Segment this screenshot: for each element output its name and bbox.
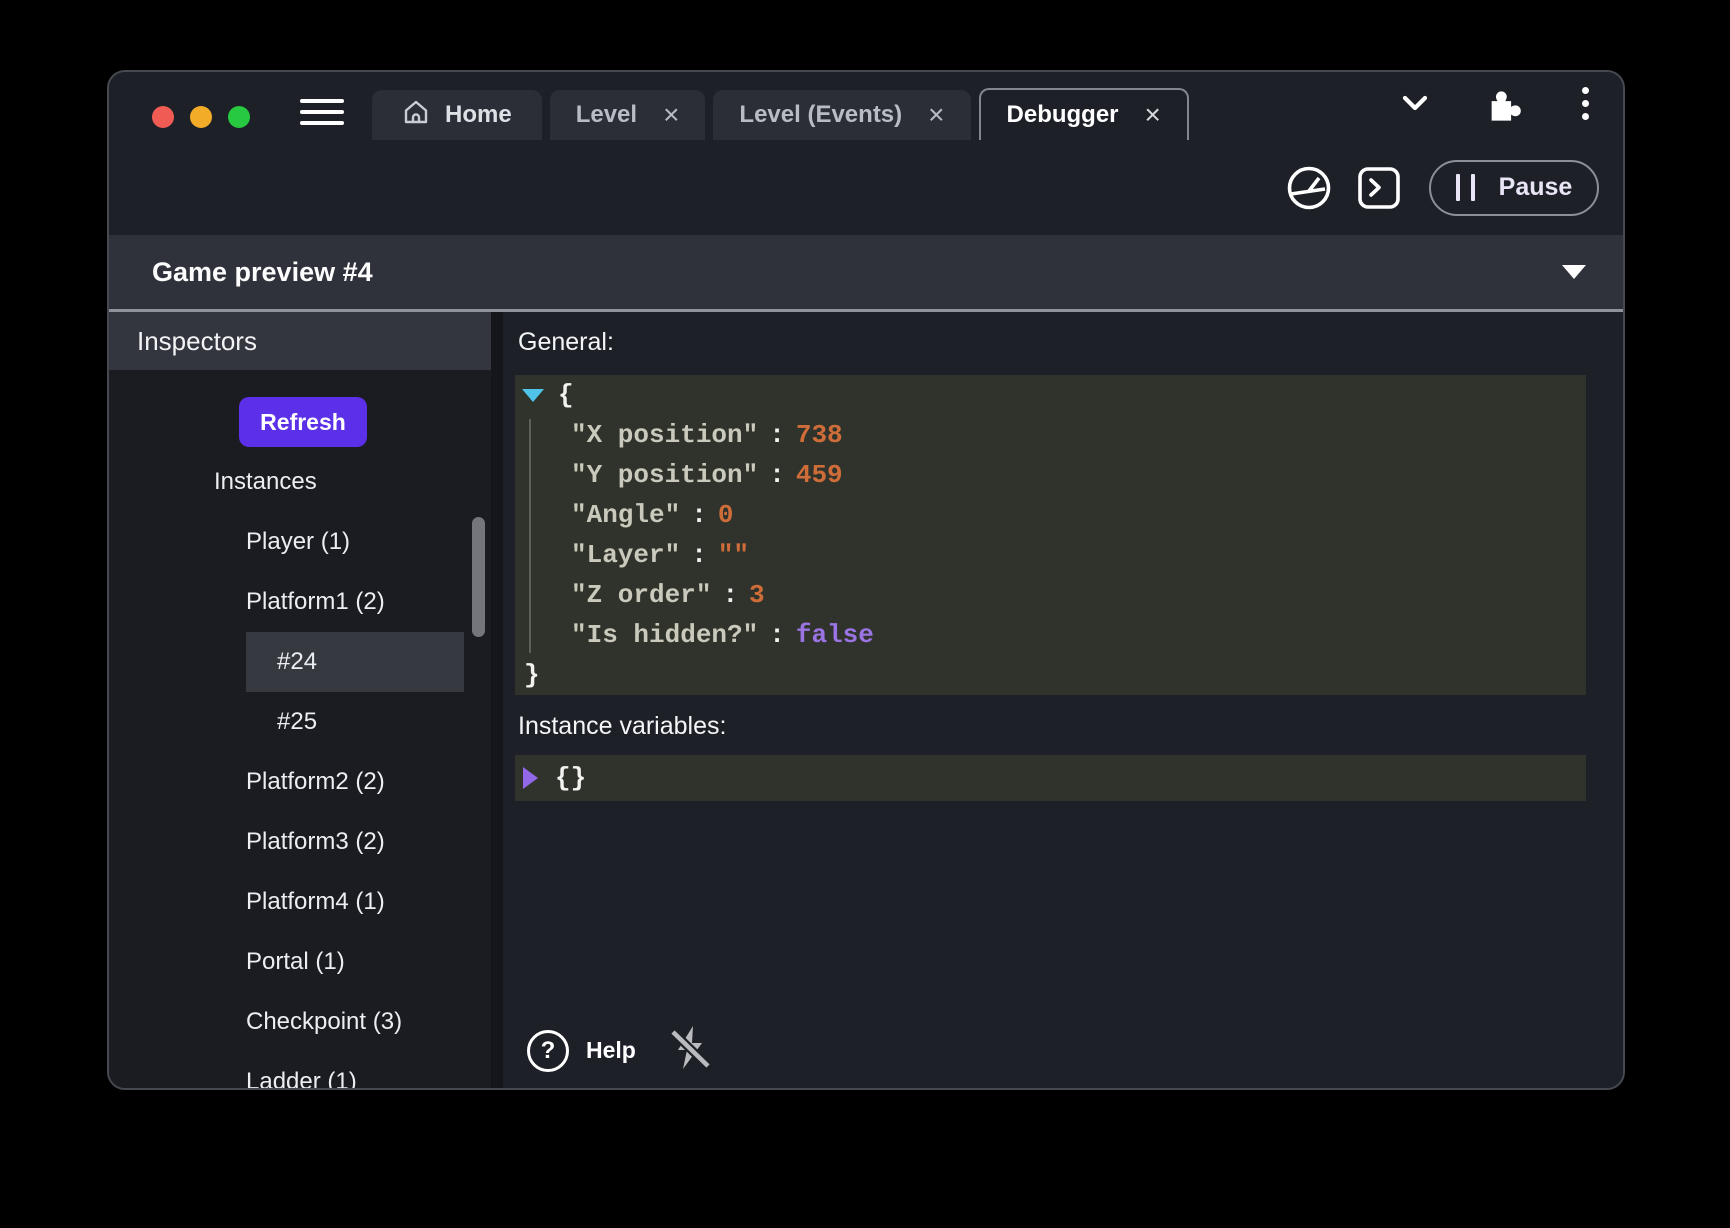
collapse-arrow-icon[interactable]: [522, 389, 544, 402]
pause-icon: [1456, 174, 1475, 201]
sidebar-item-instance-24[interactable]: #24: [246, 632, 464, 692]
tab-level[interactable]: Level ×: [550, 90, 706, 140]
kebab-menu-icon[interactable]: [1576, 85, 1595, 122]
chevron-down-icon[interactable]: [1396, 84, 1434, 122]
tree-indent-guide: [529, 419, 531, 653]
sidebar-item-ladder[interactable]: Ladder (1): [109, 1052, 491, 1088]
sidebar-item-checkpoint[interactable]: Checkpoint (3): [109, 992, 491, 1052]
tab-label: Level (Events): [739, 101, 902, 129]
pause-button[interactable]: Pause: [1429, 160, 1599, 216]
expand-arrow-icon[interactable]: [523, 767, 538, 789]
sidebar-scrollbar-thumb[interactable]: [472, 517, 485, 637]
desktop-background: Home Level × Level (Events) × Debugger ×: [0, 0, 1730, 1228]
property-layer: "Layer":"": [515, 535, 1586, 575]
debugger-content: Inspectors Refresh Instances Player (1) …: [109, 312, 1623, 1088]
instance-variables-tree: {}: [515, 755, 1586, 801]
help-icon[interactable]: ?: [527, 1030, 569, 1072]
inspectors-title: Inspectors: [137, 326, 257, 357]
tab-label: Home: [445, 101, 512, 129]
traffic-lights: [152, 106, 250, 128]
tab-home[interactable]: Home: [372, 90, 542, 140]
help-label[interactable]: Help: [586, 1037, 636, 1064]
pause-button-label: Pause: [1499, 173, 1573, 202]
sidebar-item-instances[interactable]: Instances: [109, 452, 491, 512]
tab-level-events[interactable]: Level (Events) ×: [713, 90, 970, 140]
titlebar: Home Level × Level (Events) × Debugger ×: [109, 72, 1623, 140]
sidebar-item-platform1[interactable]: Platform1 (2): [109, 572, 491, 632]
game-preview-selector[interactable]: Game preview #4: [109, 235, 1623, 312]
close-brace: }: [524, 660, 540, 690]
sidebar-item-portal[interactable]: Portal (1): [109, 932, 491, 992]
instances-tree: Instances Player (1) Platform1 (2) #24 #…: [109, 452, 491, 1088]
instance-variables-label: Instance variables:: [518, 712, 1623, 742]
tab-label: Level: [576, 101, 637, 129]
help-area: ? Help: [527, 1024, 714, 1077]
tab-bar: Home Level × Level (Events) × Debugger ×: [372, 88, 1197, 140]
sidebar-item-platform2[interactable]: Platform2 (2): [109, 752, 491, 812]
sidebar-divider: [491, 312, 503, 1088]
inspector-panel: General: { "X position":738 "Y position"…: [503, 312, 1623, 1088]
minimize-window-button[interactable]: [190, 106, 212, 128]
property-y-position: "Y position":459: [515, 455, 1586, 495]
close-icon[interactable]: ×: [663, 101, 679, 129]
property-x-position: "X position":738: [515, 415, 1586, 455]
inspectors-header: Inspectors: [109, 312, 491, 370]
property-angle: "Angle":0: [515, 495, 1586, 535]
zoom-window-button[interactable]: [228, 106, 250, 128]
debugger-toolbar: Pause: [109, 140, 1623, 235]
app-window: Home Level × Level (Events) × Debugger ×: [107, 70, 1625, 1090]
tab-debugger[interactable]: Debugger ×: [979, 88, 1189, 140]
profiler-gauge-icon[interactable]: [1285, 164, 1333, 212]
property-is-hidden: "Is hidden?":false: [515, 615, 1586, 655]
variables-empty-object: {}: [555, 763, 586, 793]
menu-icon[interactable]: [300, 99, 344, 125]
titlebar-actions: [1396, 82, 1595, 124]
tab-label: Debugger: [1007, 101, 1119, 129]
close-icon[interactable]: ×: [1145, 101, 1161, 129]
tree-close-row: }: [515, 655, 1586, 695]
inspectors-sidebar: Inspectors Refresh Instances Player (1) …: [109, 312, 491, 1088]
close-icon[interactable]: ×: [928, 101, 944, 129]
flash-off-icon[interactable]: [668, 1024, 714, 1077]
tree-root-row: {: [515, 375, 1586, 415]
general-section-label: General:: [518, 328, 1623, 358]
sidebar-item-instance-25[interactable]: #25: [246, 692, 464, 752]
general-properties-tree: { "X position":738 "Y position":459 "Ang…: [515, 375, 1586, 695]
open-brace: {: [558, 380, 574, 410]
sidebar-item-platform3[interactable]: Platform3 (2): [109, 812, 491, 872]
game-preview-title: Game preview #4: [152, 257, 373, 288]
property-z-order: "Z order":3: [515, 575, 1586, 615]
sidebar-item-player[interactable]: Player (1): [109, 512, 491, 572]
close-window-button[interactable]: [152, 106, 174, 128]
sidebar-item-platform4[interactable]: Platform4 (1): [109, 872, 491, 932]
home-icon: [402, 98, 430, 133]
refresh-button[interactable]: Refresh: [239, 397, 367, 447]
dropdown-arrow-icon: [1562, 265, 1586, 279]
console-icon[interactable]: [1357, 166, 1401, 210]
extensions-puzzle-icon[interactable]: [1484, 82, 1526, 124]
